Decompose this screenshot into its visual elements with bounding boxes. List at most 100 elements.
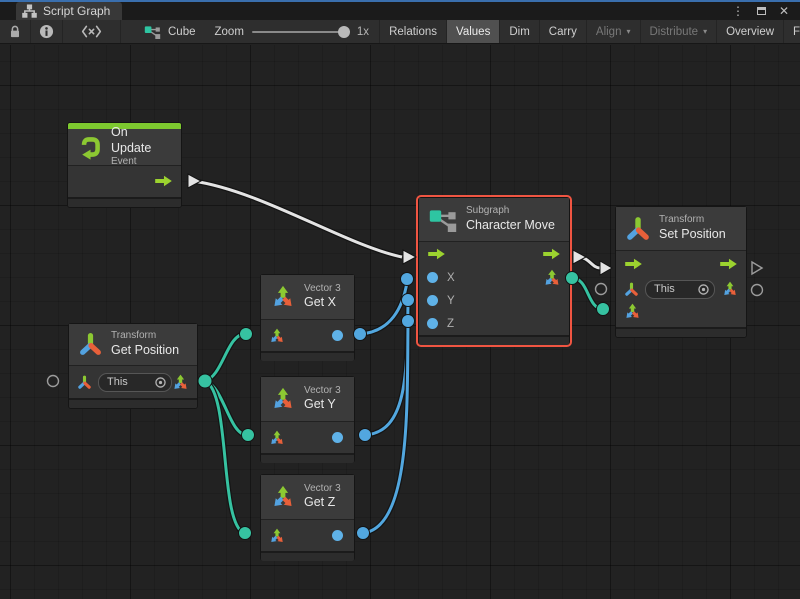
node-header: Vector 3 Get X <box>261 275 354 320</box>
wire-get-position-to-get-y[interactable] <box>205 381 255 442</box>
flow-input-port[interactable] <box>624 258 643 270</box>
node-kind: Subgraph <box>466 205 555 218</box>
node-title: Get Position <box>111 343 179 359</box>
wire-get-y-to-character-move[interactable] <box>359 294 415 442</box>
lock-button[interactable] <box>0 20 31 43</box>
transform-input-port[interactable] <box>77 375 92 390</box>
node-title: Get Z <box>304 495 341 511</box>
node-get-x[interactable]: Vector 3 Get X <box>260 274 355 361</box>
transform-input-port[interactable] <box>624 282 639 297</box>
unconnected-input-get-position[interactable] <box>48 376 59 387</box>
flow-output-port[interactable] <box>542 248 561 260</box>
transform-icon <box>78 332 103 357</box>
object-picker-icon[interactable] <box>154 376 167 389</box>
node-title: Get X <box>304 295 341 311</box>
vector3-icon <box>270 387 296 411</box>
graph-target[interactable]: Cube <box>135 20 205 43</box>
code-view-button[interactable] <box>63 20 121 43</box>
object-picker-icon[interactable] <box>697 283 710 296</box>
unconnected-output-set-position[interactable] <box>752 285 763 296</box>
overview-button[interactable]: Overview <box>716 20 783 43</box>
flow-input-port[interactable] <box>427 248 446 260</box>
flow-output-port[interactable] <box>719 258 738 270</box>
dim-button[interactable]: Dim <box>499 20 538 43</box>
node-kind: Transform <box>659 214 726 227</box>
node-title: Character Move <box>466 218 555 234</box>
node-header: Transform Set Position <box>616 207 746 251</box>
vector3-output-port[interactable] <box>543 269 561 287</box>
value-output-port[interactable] <box>332 330 343 341</box>
unconnected-flow-output-set-position[interactable] <box>752 262 762 274</box>
window-controls: ⋮ ✕ <box>730 2 800 20</box>
maximize-icon[interactable] <box>753 4 769 18</box>
node-header: Vector 3 Get Z <box>261 475 354 520</box>
align-button[interactable]: Align▾ <box>586 20 640 43</box>
wire-on-update-to-character-move[interactable] <box>188 174 416 264</box>
unconnected-input-set-position[interactable] <box>596 284 607 295</box>
subgraph-icon <box>428 208 458 232</box>
wire-get-position-to-get-z[interactable] <box>198 374 252 540</box>
zoom-slider-handle[interactable] <box>338 26 350 38</box>
info-button[interactable] <box>31 20 63 43</box>
zoom-value: 1x <box>357 26 369 38</box>
vector3-input-port[interactable] <box>269 528 285 544</box>
zoom-control: Zoom 1x <box>205 20 380 43</box>
port-label-x: X <box>447 272 455 284</box>
relations-button[interactable]: Relations <box>379 20 446 43</box>
node-set-position[interactable]: Transform Set Position This <box>615 206 747 338</box>
node-on-update[interactable]: On Update Event <box>67 122 182 208</box>
vector3-output-port[interactable] <box>722 281 738 297</box>
node-title: Set Position <box>659 227 726 243</box>
input-port-y[interactable] <box>427 295 438 306</box>
graph-canvas[interactable]: On Update Event Subgraph Character Move <box>0 45 800 599</box>
code-icon <box>81 25 102 38</box>
value-output-port[interactable] <box>332 432 343 443</box>
graph-toolbar: Cube Zoom 1x Relations Values Dim Carry … <box>0 20 800 44</box>
target-value: This <box>107 376 154 388</box>
dropdown-caret-icon: ▾ <box>626 27 630 36</box>
vector3-input-port[interactable] <box>269 430 285 446</box>
node-footer <box>616 327 746 337</box>
fullscreen-button[interactable]: Full Screen <box>783 20 800 43</box>
value-output-port[interactable] <box>332 530 343 541</box>
wire-get-z-to-character-move[interactable] <box>357 315 415 540</box>
node-kind: Vector 3 <box>304 283 341 296</box>
distribute-button[interactable]: Distribute▾ <box>640 20 717 43</box>
node-header: Vector 3 Get Y <box>261 377 354 422</box>
script-graph-icon <box>22 4 37 18</box>
info-icon <box>39 24 54 39</box>
node-kind: Vector 3 <box>304 385 341 398</box>
node-footer <box>68 197 181 207</box>
input-port-x[interactable] <box>427 272 438 283</box>
vector3-input-port[interactable] <box>269 328 285 344</box>
wire-get-position-to-get-x[interactable] <box>205 328 253 382</box>
port-label-z: Z <box>447 318 454 330</box>
tab-script-graph[interactable]: Script Graph <box>16 2 122 20</box>
values-button[interactable]: Values <box>446 20 499 43</box>
target-field[interactable]: This <box>98 373 172 392</box>
title-bar: Script Graph ⋮ ✕ <box>0 0 800 20</box>
node-footer <box>69 398 197 408</box>
wire-character-move-value-to-set-position[interactable] <box>566 272 610 316</box>
target-field[interactable]: This <box>645 280 715 299</box>
on-update-event-icon <box>77 134 103 160</box>
zoom-slider[interactable] <box>252 31 349 33</box>
node-get-z[interactable]: Vector 3 Get Z <box>260 474 355 561</box>
input-port-z[interactable] <box>427 318 438 329</box>
carry-button[interactable]: Carry <box>539 20 586 43</box>
vector3-input-port[interactable] <box>624 303 641 320</box>
more-menu-icon[interactable]: ⋮ <box>730 4 746 18</box>
close-icon[interactable]: ✕ <box>776 4 792 18</box>
vector3-output-port[interactable] <box>172 374 189 391</box>
vector3-icon <box>270 285 296 309</box>
node-title: Get Y <box>304 397 341 413</box>
node-kind: Vector 3 <box>304 483 341 496</box>
node-get-position[interactable]: Transform Get Position This <box>68 323 198 409</box>
flow-output-port[interactable] <box>154 175 173 187</box>
node-title: On Update <box>111 125 171 156</box>
wire-character-move-to-set-position[interactable] <box>573 250 612 275</box>
wire-get-x-to-character-move[interactable] <box>354 273 414 341</box>
node-get-y[interactable]: Vector 3 Get Y <box>260 376 355 463</box>
toolbar-buttons: Relations Values Dim Carry Align▾ Distri… <box>379 20 800 43</box>
node-character-move[interactable]: Subgraph Character Move X Y Z <box>418 197 570 345</box>
